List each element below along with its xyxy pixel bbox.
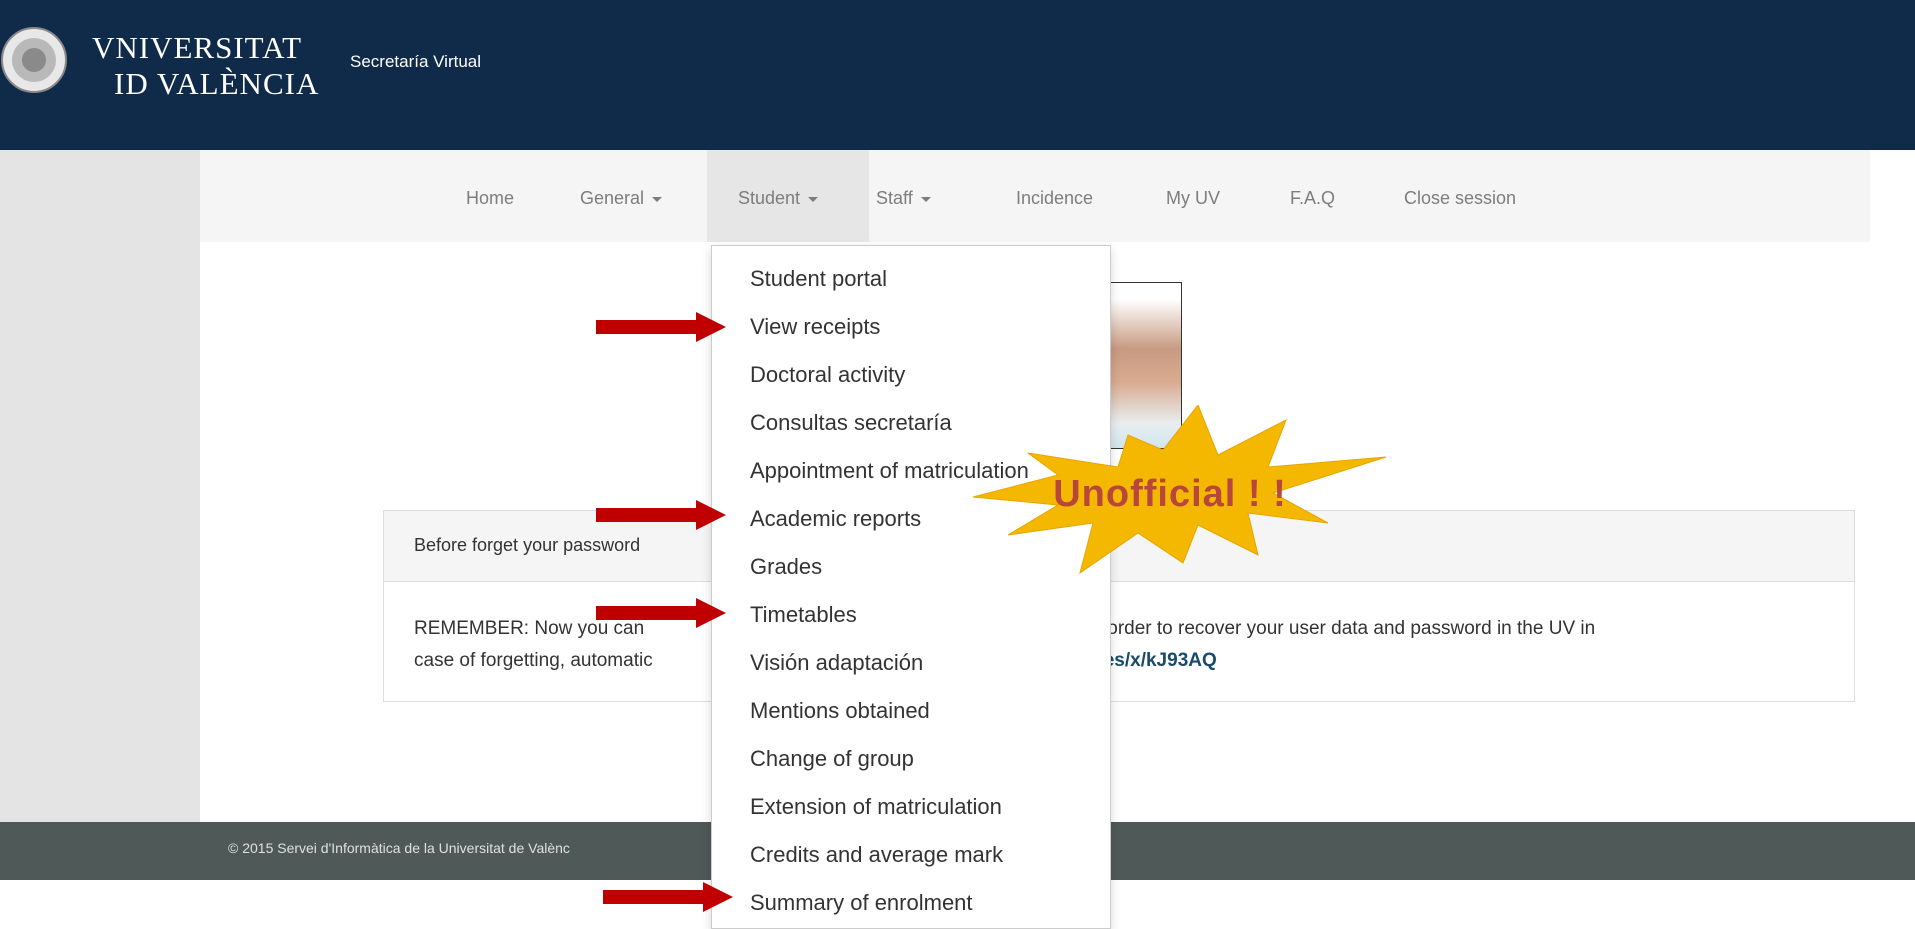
nav-faq-label: F.A.Q xyxy=(1290,188,1336,208)
menu-item-credits-average-mark[interactable]: Credits and average mark xyxy=(750,842,1003,868)
menu-item-grades[interactable]: Grades xyxy=(750,554,822,580)
panel-body-line-2: case of forgetting, automatic ela.uv.es/… xyxy=(414,645,1834,677)
caret-down-icon xyxy=(808,196,819,202)
footer-copyright: © 2015 Servei d'Informàtica de la Univer… xyxy=(228,840,570,856)
menu-item-extension-matriculation[interactable]: Extension of matriculation xyxy=(750,794,1002,820)
nav-my-uv[interactable]: My UV xyxy=(1166,188,1220,209)
menu-item-summary-enrolment[interactable]: Summary of enrolment xyxy=(750,890,973,916)
red-arrow-icon xyxy=(596,312,726,342)
nav-general[interactable]: General xyxy=(580,188,663,209)
menu-item-student-portal[interactable]: Student portal xyxy=(750,266,887,292)
nav-faq[interactable]: F.A.Q xyxy=(1290,188,1335,209)
panel-text-end: tion, in order to recover your user data… xyxy=(1046,618,1596,639)
nav-my-uv-label: My UV xyxy=(1166,188,1220,208)
nav-staff-label: Staff xyxy=(876,188,913,208)
nav-incidence-label: Incidence xyxy=(1016,188,1094,208)
caret-down-icon xyxy=(920,196,931,202)
menu-item-vision-adaptacion[interactable]: Visión adaptación xyxy=(750,650,923,676)
panel-heading-text: Before forget your password xyxy=(414,535,641,555)
app-title: Secretaría Virtual xyxy=(350,52,482,71)
nav-home[interactable]: Home xyxy=(466,188,514,209)
menu-item-doctoral-activity[interactable]: Doctoral activity xyxy=(750,362,905,388)
panel-text-line2: case of forgetting, automatic xyxy=(414,650,653,671)
red-arrow-icon xyxy=(603,882,733,912)
brand-line-1: VNIVERSITAT xyxy=(92,30,303,65)
nav-close-session[interactable]: Close session xyxy=(1404,188,1516,209)
menu-item-consultas-secretaria[interactable]: Consultas secretaría xyxy=(750,410,952,436)
red-arrow-icon xyxy=(596,500,726,530)
nav-close-session-label: Close session xyxy=(1404,188,1517,208)
red-arrow-icon xyxy=(596,598,726,628)
nav-general-label: General xyxy=(580,188,645,208)
menu-item-mentions-obtained[interactable]: Mentions obtained xyxy=(750,698,930,724)
caret-down-icon xyxy=(652,196,663,202)
site-header: VNIVERSITAT ID VALÈNCIA Secretaría Virtu… xyxy=(0,0,1915,150)
nav-student-label: Student xyxy=(738,188,801,208)
menu-item-view-receipts[interactable]: View receipts xyxy=(750,314,880,340)
unofficial-stamp-text: Unofficial ! ! xyxy=(1053,473,1287,515)
left-gutter xyxy=(0,150,200,822)
menu-item-academic-reports[interactable]: Academic reports xyxy=(750,506,921,532)
nav-home-label: Home xyxy=(466,188,515,208)
nav-staff[interactable]: Staff xyxy=(876,188,931,209)
university-logo-text[interactable]: VNIVERSITAT ID VALÈNCIA xyxy=(92,30,319,102)
university-seal-icon[interactable] xyxy=(0,26,68,94)
menu-item-change-of-group[interactable]: Change of group xyxy=(750,746,914,772)
nav-incidence[interactable]: Incidence xyxy=(1016,188,1093,209)
menu-item-timetables[interactable]: Timetables xyxy=(750,602,857,628)
brand-line-2: ID VALÈNCIA xyxy=(114,66,320,101)
nav-student[interactable]: Student xyxy=(738,188,819,209)
student-dropdown-menu: Student portal View receipts Doctoral ac… xyxy=(711,245,1111,929)
